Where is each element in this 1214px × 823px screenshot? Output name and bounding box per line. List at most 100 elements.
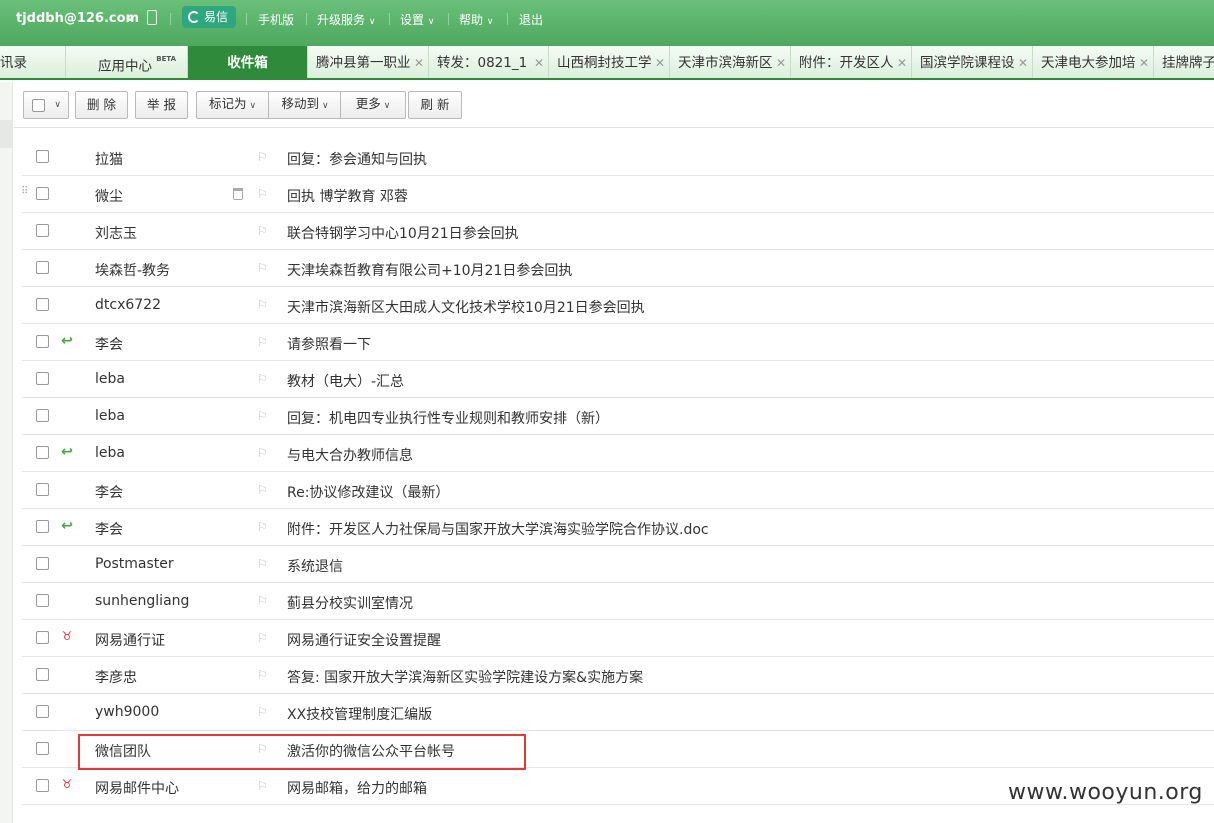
mark-as-button[interactable]: 标记为 ∨ [196,91,269,119]
mobile-phone-icon[interactable] [147,10,157,25]
select-all-dropdown[interactable]: ∨ [23,91,69,119]
row-checkbox[interactable] [36,668,49,681]
close-icon[interactable]: ✕ [534,46,544,78]
mail-sender[interactable]: 埃森哲-教务 [95,260,170,280]
mail-row[interactable]: 李会 ⚐ Re:协议修改建议（最新） [22,472,1214,509]
row-checkbox[interactable] [36,483,49,496]
close-icon[interactable]: ✕ [776,46,786,78]
mail-row[interactable]: Postmaster ⚐ 系统退信 [22,546,1214,583]
row-checkbox[interactable] [36,594,49,607]
mail-sender[interactable]: Postmaster [95,556,174,572]
mail-row[interactable]: 拉猫 ⚐ 回复：参会通知与回执 [22,139,1214,176]
mail-subject[interactable]: Re:协议修改建议（最新） [287,482,449,502]
tab-contacts[interactable]: 讯录 [0,46,66,78]
mail-row[interactable]: 埃森哲-教务 ⚐ 天津埃森哲教育有限公司+10月21日参会回执 [22,250,1214,287]
mail-row[interactable]: leba ⚐ 教材（电大）-汇总 [22,361,1214,398]
flag-icon[interactable]: ⚐ [257,335,268,349]
close-icon[interactable]: ✕ [897,46,907,78]
mail-sender[interactable]: 李会 [95,334,123,354]
mail-subject[interactable]: 联合特钢学习中心10月21日参会回执 [287,223,519,243]
help-link[interactable]: 帮助 ∨ [459,11,493,28]
more-button[interactable]: 更多 ∨ [341,91,405,119]
flag-icon[interactable]: ⚐ [257,594,268,608]
mail-subject[interactable]: 系统退信 [287,556,343,576]
row-checkbox[interactable] [36,557,49,570]
row-checkbox[interactable] [36,335,49,348]
flag-icon[interactable]: ⚐ [257,483,268,497]
mail-row[interactable]: ⠿ 微尘 ⚐ 回执 博学教育 邓蓉 [21,176,1214,213]
account-name[interactable]: tjddbh@126.com [16,11,139,26]
tab-mail-2[interactable]: 转发：0821_1 ✕ [429,46,549,78]
mail-sender[interactable]: 拉猫 [95,149,123,169]
mail-subject[interactable]: 网易通行证安全设置提醒 [287,630,441,650]
mail-row[interactable]: 刘志玉 ⚐ 联合特钢学习中心10月21日参会回执 [22,213,1214,250]
mail-sender[interactable]: 李彦忠 [95,667,137,687]
mail-subject[interactable]: 回执 博学教育 邓蓉 [287,186,408,206]
mail-sender[interactable]: 微尘 [95,186,123,206]
mail-row[interactable]: ↩ leba ⚐ 与电大合办教师信息 [22,435,1214,472]
mail-sender[interactable]: ywh9000 [95,704,159,720]
mail-row[interactable]: 李彦忠 ⚐ 答复: 国家开放大学滨海新区实验学院建设方案&实施方案 [22,657,1214,694]
row-checkbox[interactable] [36,224,49,237]
account-dropdown-icon[interactable]: ∨ [126,11,134,24]
mail-sender[interactable]: leba [95,445,125,461]
flag-icon[interactable]: ⚐ [257,261,268,275]
mail-sender[interactable]: sunhengliang [95,593,189,609]
mail-row[interactable]: ywh9000 ⚐ XX技校管理制度汇编版 [22,694,1214,731]
row-checkbox[interactable] [36,705,49,718]
row-checkbox[interactable] [36,187,49,200]
tab-mail-1[interactable]: 腾冲县第一职业 ✕ [308,46,429,78]
mail-row[interactable]: ↩ 李会 ⚐ 请参照看一下 [22,324,1214,361]
refresh-button[interactable]: 刷 新 [408,91,462,119]
tab-app-center[interactable]: 应用中心 BETA [66,46,188,78]
row-checkbox[interactable] [36,779,49,792]
flag-icon[interactable]: ⚐ [257,668,268,682]
mail-subject[interactable]: 回复：机电四专业执行性专业规则和教师安排（新） [287,408,609,428]
flag-icon[interactable]: ⚐ [257,224,268,238]
row-checkbox[interactable] [36,520,49,533]
mail-subject[interactable]: 天津市滨海新区大田成人文化技术学校10月21日参会回执 [287,297,645,317]
close-icon[interactable]: ✕ [414,46,424,78]
flag-icon[interactable]: ⚐ [257,705,268,719]
flag-icon[interactable]: ⚐ [257,298,268,312]
row-checkbox[interactable] [36,446,49,459]
upgrade-service-link[interactable]: 升级服务 ∨ [317,11,375,28]
mail-sender[interactable]: 李会 [95,519,123,539]
drag-handle-icon[interactable]: ⠿ [21,186,28,197]
settings-link[interactable]: 设置 ∨ [400,11,434,28]
mail-sender[interactable]: leba [95,408,125,424]
mail-row[interactable]: sunhengliang ⚐ 蓟县分校实训室情况 [22,583,1214,620]
tab-inbox[interactable]: 收件箱 [188,46,308,78]
row-checkbox[interactable] [36,298,49,311]
mail-subject[interactable]: 网易邮箱，给力的邮箱 [287,778,427,798]
mail-subject[interactable]: 教材（电大）-汇总 [287,371,404,391]
row-checkbox[interactable] [36,150,49,163]
tab-mail-4[interactable]: 天津市滨海新区 ✕ [670,46,791,78]
mail-row[interactable]: leba ⚐ 回复：机电四专业执行性专业规则和教师安排（新） [22,398,1214,435]
select-all-checkbox[interactable] [32,99,45,112]
mobile-version-link[interactable]: 手机版 [258,11,294,28]
close-icon[interactable]: ✕ [1139,46,1149,78]
mail-sender[interactable]: 网易通行证 [95,630,165,650]
row-checkbox[interactable] [36,742,49,755]
mail-sender[interactable]: dtcx6722 [95,297,161,313]
mail-subject[interactable]: 回复：参会通知与回执 [287,149,427,169]
mail-subject[interactable]: 天津埃森哲教育有限公司+10月21日参会回执 [287,260,572,280]
mail-row[interactable]: ↩ 李会 ⚐ 附件：开发区人力社保局与国家开放大学滨海实验学院合作协议.doc [22,509,1214,546]
row-checkbox[interactable] [36,261,49,274]
delete-button[interactable]: 删 除 [75,91,128,119]
tab-mail-5[interactable]: 附件：开发区人 ✕ [791,46,912,78]
row-checkbox[interactable] [36,409,49,422]
flag-icon[interactable]: ⚐ [257,150,268,164]
mail-sender[interactable]: 网易邮件中心 [95,778,179,798]
mail-sender[interactable]: 刘志玉 [95,223,137,243]
trash-icon[interactable] [233,188,243,200]
mail-subject[interactable]: 答复: 国家开放大学滨海新区实验学院建设方案&实施方案 [287,667,643,687]
mail-sender[interactable]: 李会 [95,482,123,502]
row-checkbox[interactable] [36,372,49,385]
mail-row[interactable]: dtcx6722 ⚐ 天津市滨海新区大田成人文化技术学校10月21日参会回执 [22,287,1214,324]
mail-subject[interactable]: 附件：开发区人力社保局与国家开放大学滨海实验学院合作协议.doc [287,519,709,539]
mail-subject[interactable]: 与电大合办教师信息 [287,445,413,465]
flag-icon[interactable]: ⚐ [257,409,268,423]
logout-link[interactable]: 退出 [519,11,543,28]
